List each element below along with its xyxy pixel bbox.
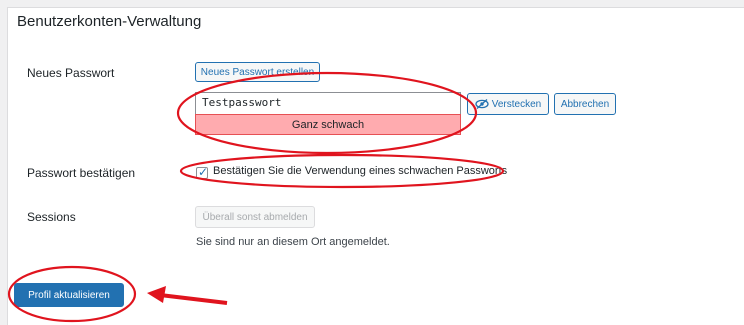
cancel-button[interactable]: Abbrechen	[554, 93, 616, 115]
eye-slash-icon	[475, 99, 489, 109]
sessions-label: Sessions	[27, 210, 76, 224]
sessions-note: Sie sind nur an diesem Ort angemeldet.	[196, 236, 390, 248]
weak-password-checkbox-label[interactable]: Bestätigen Sie die Verwendung eines schw…	[213, 165, 507, 177]
hide-password-button[interactable]: Verstecken	[467, 93, 549, 115]
hide-password-label: Verstecken	[491, 98, 542, 110]
new-password-label: Neues Passwort	[27, 66, 115, 80]
weak-password-checkbox[interactable]: ✓	[196, 165, 209, 179]
logout-elsewhere-button[interactable]: Überall sonst abmelden	[195, 206, 315, 228]
generate-password-button[interactable]: Neues Passwort erstellen	[195, 62, 320, 82]
section-title: Benutzerkonten-Verwaltung	[17, 13, 202, 30]
update-profile-button[interactable]: Profil aktualisieren	[14, 283, 124, 307]
strength-meter: Ganz schwach	[195, 114, 461, 135]
checkmark-icon: ✓	[198, 165, 209, 179]
password-input[interactable]: Testpasswort	[195, 92, 461, 114]
confirm-password-label: Passwort bestätigen	[27, 166, 136, 180]
